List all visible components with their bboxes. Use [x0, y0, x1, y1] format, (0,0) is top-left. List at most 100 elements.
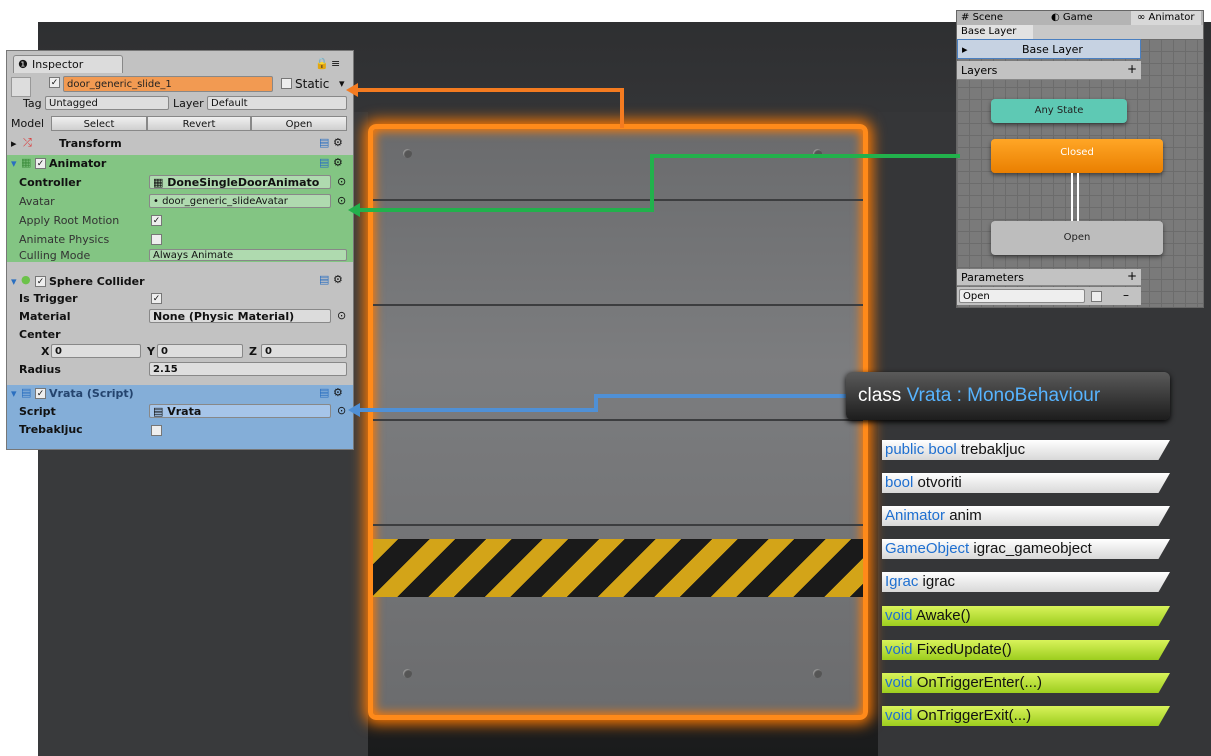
- animate-physics-checkbox[interactable]: [151, 234, 162, 245]
- expand-arrow-icon: ▸: [962, 43, 968, 56]
- lock-icon[interactable]: 🔒: [315, 57, 329, 70]
- is-trigger-checkbox[interactable]: ✓: [151, 293, 162, 304]
- animator-enabled-checkbox[interactable]: ✓: [35, 158, 46, 169]
- field-name: anim: [949, 507, 982, 524]
- center-x-field[interactable]: 0: [51, 344, 141, 358]
- controller-value: DoneSingleDoorAnimato: [167, 176, 320, 189]
- field-box: bool otvoriti: [882, 473, 1170, 493]
- model-label: Model: [11, 117, 45, 130]
- radius-label: Radius: [19, 363, 61, 376]
- class-name: Vrata : MonoBehaviour: [906, 385, 1101, 406]
- gear-icon[interactable]: ⚙: [333, 273, 343, 286]
- static-checkbox[interactable]: [281, 78, 292, 89]
- object-picker-icon[interactable]: ⊙: [337, 175, 346, 188]
- help-icon[interactable]: ▤: [319, 136, 329, 149]
- layer-label: Layer: [173, 97, 204, 110]
- tab-game-label: Game: [1062, 12, 1093, 23]
- object-picker-icon[interactable]: ⊙: [337, 309, 346, 322]
- object-name-field[interactable]: door_generic_slide_1: [63, 76, 273, 92]
- method-return-type: void: [885, 607, 913, 624]
- door-seam: [373, 419, 863, 421]
- gear-icon[interactable]: ⚙: [333, 136, 343, 149]
- expand-arrow-icon[interactable]: ▸: [11, 137, 17, 150]
- expand-arrow-icon[interactable]: ▾: [11, 275, 17, 288]
- transition-arrow-down[interactable]: [1071, 173, 1073, 221]
- method-box: void Awake(): [882, 606, 1170, 626]
- help-icon[interactable]: ▤: [319, 273, 329, 286]
- center-z-field[interactable]: 0: [261, 344, 347, 358]
- animator-header[interactable]: Animator: [49, 157, 106, 170]
- help-icon[interactable]: ▤: [319, 386, 329, 399]
- object-picker-icon[interactable]: ⊙: [337, 404, 346, 417]
- method-return-type: void: [885, 641, 913, 658]
- gear-icon[interactable]: ⚙: [333, 386, 343, 399]
- help-icon[interactable]: ▤: [319, 156, 329, 169]
- menu-icon[interactable]: ≡: [331, 57, 340, 70]
- gear-icon[interactable]: ⚙: [333, 156, 343, 169]
- breadcrumb[interactable]: Base Layer: [957, 25, 1033, 39]
- script-field[interactable]: ▤ Vrata: [149, 404, 331, 418]
- apply-root-motion-checkbox[interactable]: ✓: [151, 215, 162, 226]
- tab-game[interactable]: ◐ Game: [1051, 11, 1093, 25]
- parameters-header: Parameters +: [957, 269, 1141, 286]
- field-box: Igrac igrac: [882, 572, 1170, 592]
- script-enabled-checkbox[interactable]: ✓: [35, 388, 46, 399]
- select-button[interactable]: Select: [51, 116, 147, 131]
- method-name: OnTriggerExit(...): [916, 707, 1032, 724]
- controller-field[interactable]: ▦ DoneSingleDoorAnimato: [149, 175, 331, 189]
- transition-arrow-up[interactable]: [1077, 173, 1079, 221]
- expand-arrow-icon[interactable]: ▾: [11, 157, 17, 170]
- trebakljuc-checkbox[interactable]: [151, 425, 162, 436]
- chevron-down-icon[interactable]: ▾: [339, 77, 345, 90]
- sphere-collider-enabled-checkbox[interactable]: ✓: [35, 276, 46, 287]
- method-return-type: void: [885, 674, 913, 691]
- expand-arrow-icon[interactable]: ▾: [11, 387, 17, 400]
- radius-field[interactable]: 2.15: [149, 362, 347, 376]
- layer-dropdown[interactable]: Default: [207, 96, 347, 110]
- tag-label: Tag: [23, 97, 42, 110]
- tab-scene-label: Scene: [972, 12, 1004, 23]
- center-y-label: Y: [147, 345, 155, 358]
- script-header[interactable]: Vrata (Script): [49, 387, 134, 400]
- method-name: FixedUpdate(): [916, 641, 1012, 658]
- door-object[interactable]: [368, 124, 868, 720]
- parameter-name-field[interactable]: Open: [959, 289, 1085, 303]
- sphere-collider-icon: ●: [21, 273, 31, 286]
- layers-label: Layers: [961, 64, 998, 77]
- method-return-type: void: [885, 707, 913, 724]
- inspector-tab[interactable]: ❶ Inspector: [13, 55, 123, 73]
- state-any[interactable]: Any State: [991, 99, 1127, 123]
- method-name: OnTriggerEnter(...): [916, 674, 1043, 691]
- sphere-collider-header[interactable]: Sphere Collider: [49, 275, 145, 288]
- animator-component: ▾ ▦ ✓ Animator ▤ ⚙ Controller ▦ DoneSing…: [7, 155, 353, 262]
- avatar-field[interactable]: • door_generic_slideAvatar: [149, 194, 331, 208]
- parameter-open-checkbox[interactable]: [1091, 291, 1102, 302]
- add-parameter-icon[interactable]: +: [1127, 269, 1137, 283]
- hazard-stripes: [373, 539, 863, 597]
- layer-row[interactable]: ▸ Base Layer: [957, 39, 1141, 59]
- remove-parameter-icon[interactable]: –: [1123, 288, 1129, 302]
- field-name: trebakljuc: [960, 441, 1026, 458]
- material-field[interactable]: None (Physic Material): [149, 309, 331, 323]
- apply-root-motion-label: Apply Root Motion: [19, 214, 120, 227]
- script-label: Script: [19, 405, 56, 418]
- field-type: GameObject: [885, 540, 970, 557]
- rivet: [813, 669, 822, 678]
- culling-mode-label: Culling Mode: [19, 249, 91, 262]
- field-name: igrac_gameobject: [973, 540, 1092, 557]
- tab-scene[interactable]: # Scene: [961, 11, 1003, 25]
- state-open[interactable]: Open: [991, 221, 1163, 255]
- state-closed[interactable]: Closed: [991, 139, 1163, 173]
- center-y-field[interactable]: 0: [157, 344, 243, 358]
- revert-button[interactable]: Revert: [147, 116, 251, 131]
- open-button[interactable]: Open: [251, 116, 347, 131]
- add-layer-icon[interactable]: +: [1127, 62, 1137, 76]
- object-picker-icon[interactable]: ⊙: [337, 194, 346, 207]
- tag-dropdown[interactable]: Untagged: [45, 96, 169, 110]
- culling-mode-dropdown[interactable]: Always Animate: [149, 249, 347, 261]
- center-z-label: Z: [249, 345, 257, 358]
- method-name: Awake(): [915, 607, 971, 624]
- tab-animator[interactable]: ∞ Animator: [1131, 11, 1201, 25]
- active-checkbox[interactable]: ✓: [49, 77, 60, 88]
- transform-header[interactable]: Transform: [59, 137, 122, 150]
